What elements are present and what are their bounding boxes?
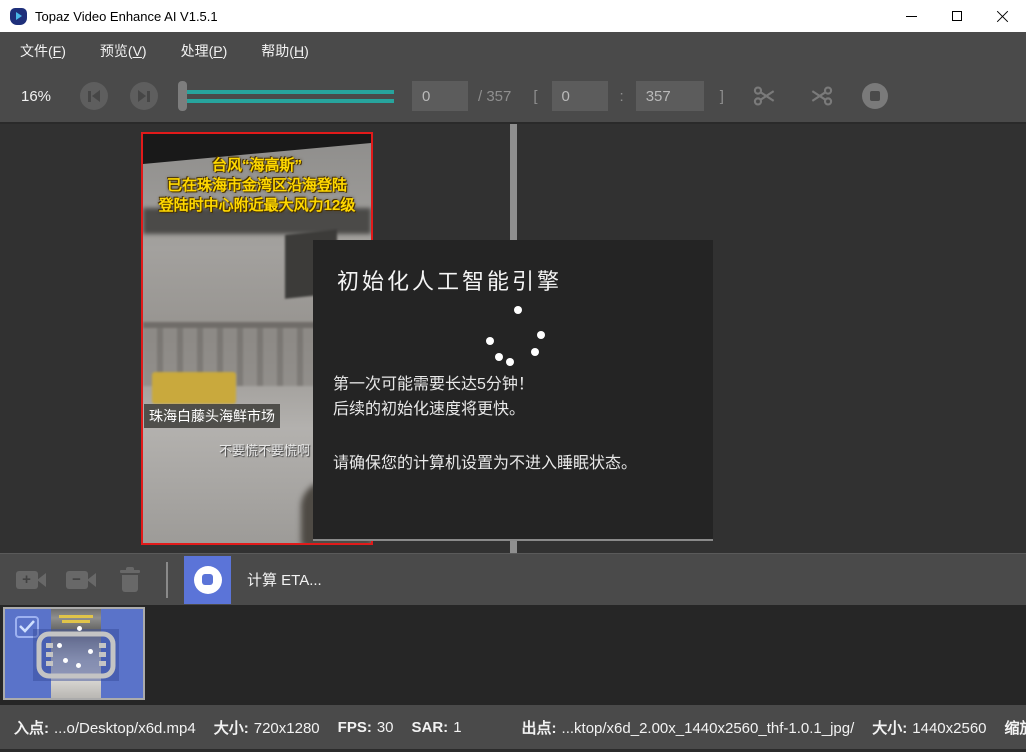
init-ai-engine-dialog: 初始化人工智能引擎 第一次可能需要长达5分钟！ 后续的初始化速度将更快。 请确保… (313, 240, 713, 541)
eta-status-label: 计算 ETA... (247, 569, 322, 590)
trim-colon: : (620, 88, 624, 105)
stop-preview-button[interactable] (862, 83, 888, 109)
window-controls (888, 0, 1026, 32)
trim-start-input[interactable] (552, 81, 608, 111)
status-sar: SAR:1 (412, 719, 462, 736)
trim-cut-button[interactable] (750, 83, 780, 109)
status-out-point: 出点:...ktop/x6d_2.00x_1440x2560_thf-1.0.1… (522, 717, 855, 738)
app-logo-icon (10, 8, 27, 25)
menu-preview-mnemonic: V (133, 43, 142, 59)
video-thumbnail-selected[interactable] (3, 607, 145, 700)
menu-help[interactable]: 帮助(H) (255, 37, 314, 65)
scissors-split-icon (806, 83, 836, 109)
seek-slider-track[interactable] (186, 90, 394, 103)
status-output-size: 大小:1440x2560 (872, 717, 986, 738)
delete-video-button[interactable] (118, 567, 142, 593)
trim-end-input[interactable] (636, 81, 704, 111)
processing-overlay (33, 629, 119, 681)
menu-file-close: ) (61, 43, 66, 59)
menu-process-label: 处理( (181, 43, 214, 59)
playback-toolbar: 16% / 357 [ : ] (0, 70, 1026, 124)
trash-icon (120, 570, 140, 573)
status-bar: 入点:...o/Desktop/x6d.mp4 大小:720x1280 FPS:… (0, 705, 1026, 752)
skip-end-icon (138, 90, 150, 102)
status-scale: 缩放:200% (1005, 717, 1026, 738)
menu-file[interactable]: 文件(F) (14, 37, 72, 65)
minimize-button[interactable] (888, 0, 934, 32)
thumbnail-strip (0, 605, 1026, 705)
maximize-button[interactable] (934, 0, 980, 32)
seek-slider[interactable] (178, 81, 394, 111)
stop-processing-icon (194, 566, 222, 594)
minimize-icon (906, 16, 917, 17)
video-scene-shape (152, 372, 236, 404)
trim-bracket-open: [ (533, 88, 537, 105)
menu-bar: 文件(F) 预览(V) 处理(P) 帮助(H) (0, 32, 1026, 70)
menu-help-mnemonic: H (294, 43, 304, 59)
menu-preview-label: 预览( (100, 43, 133, 59)
skip-to-end-button[interactable] (130, 82, 158, 110)
toolbar-divider (166, 562, 168, 598)
preview-area: 台风“海高斯” 已在珠海市金湾区沿海登陆 登陆时中心附近最大风力12级 珠海白藤… (0, 124, 1026, 553)
stop-icon (870, 91, 880, 101)
status-input-size: 大小:720x1280 (214, 717, 320, 738)
trim-bracket-close: ] (720, 88, 724, 105)
video-headline-text: 台风“海高斯” 已在珠海市金湾区沿海登陆 登陆时中心附近最大风力12级 (143, 156, 371, 216)
window-title: Topaz Video Enhance AI V1.5.1 (35, 9, 218, 24)
stop-processing-button[interactable] (184, 556, 231, 604)
skip-start-icon (88, 90, 100, 102)
menu-preview[interactable]: 预览(V) (94, 37, 153, 65)
current-frame-input[interactable] (412, 81, 468, 111)
menu-process[interactable]: 处理(P) (175, 37, 234, 65)
add-video-button[interactable]: + (16, 570, 46, 590)
trim-split-button[interactable] (806, 83, 836, 109)
menu-help-label: 帮助( (261, 43, 294, 59)
remove-video-button[interactable]: − (66, 570, 96, 590)
title-bar: Topaz Video Enhance AI V1.5.1 (0, 0, 1026, 32)
film-frame-icon (33, 629, 119, 681)
maximize-icon (952, 11, 962, 21)
menu-file-label: 文件( (20, 43, 53, 59)
process-toolbar: + − 计算 ETA... (0, 553, 1026, 605)
video-caption-speech: 不要慌不要慌啊 (219, 440, 310, 459)
dialog-line-2: 后续的初始化速度将更快。 (333, 397, 637, 422)
menu-help-close: ) (304, 43, 309, 59)
skip-to-start-button[interactable] (80, 82, 108, 110)
total-frames-label: / 357 (478, 88, 511, 105)
close-button[interactable] (980, 0, 1026, 32)
menu-process-close: ) (223, 43, 228, 59)
scissors-icon (750, 83, 780, 109)
close-icon (997, 10, 1009, 22)
seek-slider-handle[interactable] (178, 81, 187, 111)
status-in-point: 入点:...o/Desktop/x6d.mp4 (14, 717, 196, 738)
dialog-body-text: 第一次可能需要长达5分钟！ 后续的初始化速度将更快。 请确保您的计算机设置为不进… (333, 372, 637, 476)
dialog-line-3: 请确保您的计算机设置为不进入睡眠状态。 (333, 451, 637, 476)
status-fps: FPS:30 (338, 719, 394, 736)
menu-preview-close: ) (142, 43, 147, 59)
menu-file-mnemonic: F (53, 43, 62, 59)
menu-process-mnemonic: P (213, 43, 222, 59)
zoom-level-label: 16% (14, 88, 58, 105)
dialog-line-1: 第一次可能需要长达5分钟！ (333, 372, 637, 397)
video-caption-location: 珠海白藤头海鲜市场 (144, 404, 280, 428)
